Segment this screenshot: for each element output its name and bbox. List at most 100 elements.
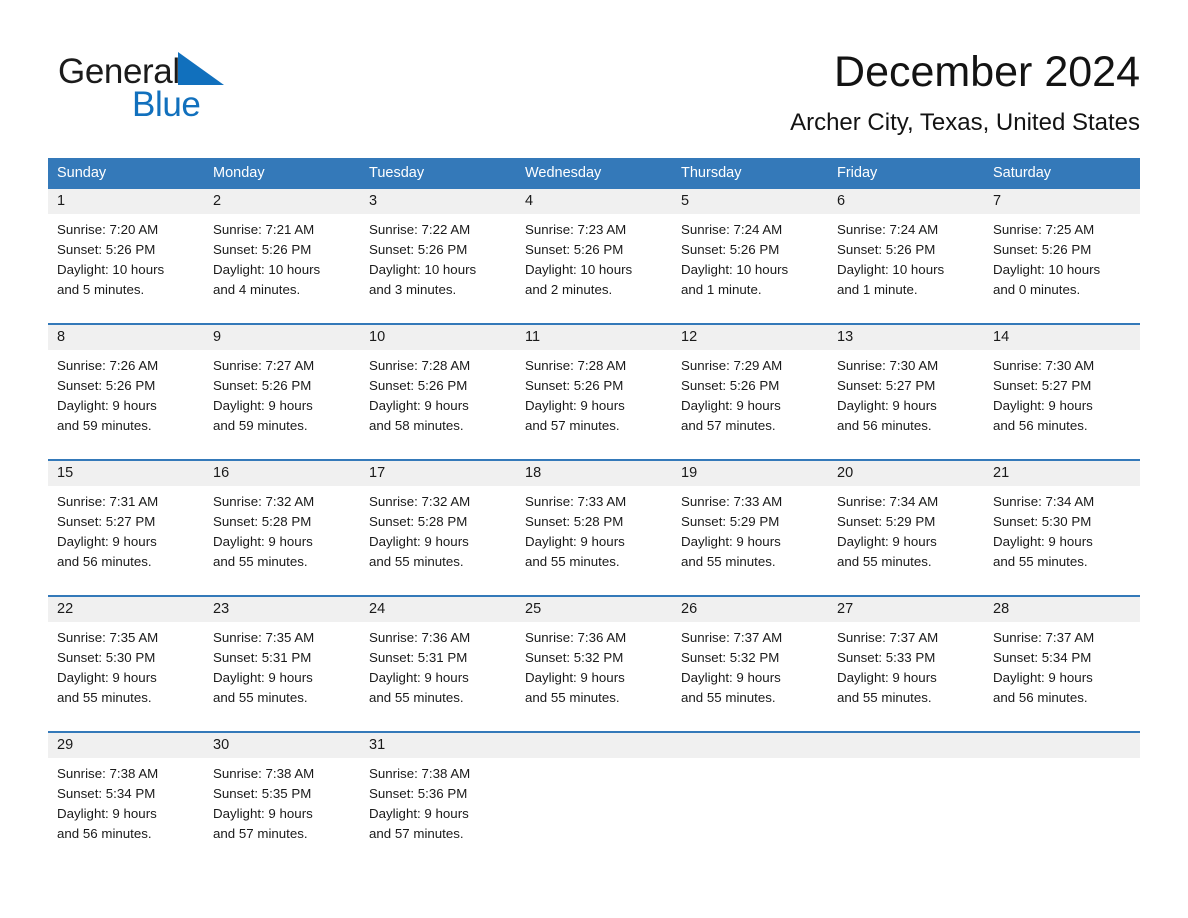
day-number[interactable]: 13 xyxy=(828,325,984,350)
week-daynumber-band: 15 16 17 18 19 20 21 xyxy=(48,461,1140,486)
day-number[interactable]: 2 xyxy=(204,189,360,214)
daylight-text-cont: and 5 minutes. xyxy=(57,282,145,297)
day-number[interactable]: 26 xyxy=(672,597,828,622)
day-number[interactable]: 28 xyxy=(984,597,1140,622)
sunrise-text: Sunrise: 7:33 AM xyxy=(525,494,627,509)
page-title: December 2024 xyxy=(834,48,1140,96)
day-number[interactable]: 20 xyxy=(828,461,984,486)
daylight-text: Daylight: 10 hours xyxy=(213,262,321,277)
weekday-header-friday: Friday xyxy=(837,165,878,181)
day-cell-empty xyxy=(672,758,828,854)
sunset-text: Sunset: 5:34 PM xyxy=(57,786,156,801)
weekday-header-sunday: Sunday xyxy=(57,165,107,181)
day-number[interactable]: 4 xyxy=(516,189,672,214)
daylight-text-cont: and 2 minutes. xyxy=(525,282,613,297)
sunset-text: Sunset: 5:26 PM xyxy=(681,242,780,257)
day-number[interactable]: 8 xyxy=(48,325,204,350)
day-number[interactable]: 27 xyxy=(828,597,984,622)
daylight-text-cont: and 3 minutes. xyxy=(369,282,457,297)
daylight-text: Daylight: 9 hours xyxy=(525,534,625,549)
day-cell[interactable]: Sunrise: 7:33 AM Sunset: 5:28 PM Dayligh… xyxy=(516,486,672,582)
day-number-empty xyxy=(516,733,672,758)
day-number[interactable]: 30 xyxy=(204,733,360,758)
day-cell[interactable]: Sunrise: 7:24 AM Sunset: 5:26 PM Dayligh… xyxy=(672,214,828,310)
day-cell[interactable]: Sunrise: 7:37 AM Sunset: 5:33 PM Dayligh… xyxy=(828,622,984,718)
daylight-text-cont: and 56 minutes. xyxy=(993,418,1088,433)
day-cell[interactable]: Sunrise: 7:26 AM Sunset: 5:26 PM Dayligh… xyxy=(48,350,204,446)
daylight-text-cont: and 55 minutes. xyxy=(57,690,152,705)
day-number[interactable]: 16 xyxy=(204,461,360,486)
sunset-text: Sunset: 5:26 PM xyxy=(993,242,1092,257)
day-number[interactable]: 22 xyxy=(48,597,204,622)
day-cell[interactable]: Sunrise: 7:29 AM Sunset: 5:26 PM Dayligh… xyxy=(672,350,828,446)
day-number[interactable]: 24 xyxy=(360,597,516,622)
daylight-text: Daylight: 10 hours xyxy=(57,262,165,277)
day-number[interactable]: 1 xyxy=(48,189,204,214)
daylight-text-cont: and 1 minute. xyxy=(681,282,762,297)
day-cell[interactable]: Sunrise: 7:33 AM Sunset: 5:29 PM Dayligh… xyxy=(672,486,828,582)
day-cell[interactable]: Sunrise: 7:30 AM Sunset: 5:27 PM Dayligh… xyxy=(984,350,1140,446)
sunset-text: Sunset: 5:32 PM xyxy=(525,650,624,665)
day-cell[interactable]: Sunrise: 7:28 AM Sunset: 5:26 PM Dayligh… xyxy=(360,350,516,446)
day-cell[interactable]: Sunrise: 7:37 AM Sunset: 5:32 PM Dayligh… xyxy=(672,622,828,718)
day-cell[interactable]: Sunrise: 7:25 AM Sunset: 5:26 PM Dayligh… xyxy=(984,214,1140,310)
week-detail-band: Sunrise: 7:26 AM Sunset: 5:26 PM Dayligh… xyxy=(48,350,1140,446)
day-number[interactable]: 31 xyxy=(360,733,516,758)
day-cell[interactable]: Sunrise: 7:32 AM Sunset: 5:28 PM Dayligh… xyxy=(204,486,360,582)
daylight-text-cont: and 57 minutes. xyxy=(213,826,308,841)
sunset-text: Sunset: 5:26 PM xyxy=(213,378,312,393)
day-cell[interactable]: Sunrise: 7:20 AM Sunset: 5:26 PM Dayligh… xyxy=(48,214,204,310)
day-number[interactable]: 11 xyxy=(516,325,672,350)
sunrise-text: Sunrise: 7:26 AM xyxy=(57,358,159,373)
day-cell[interactable]: Sunrise: 7:30 AM Sunset: 5:27 PM Dayligh… xyxy=(828,350,984,446)
day-cell[interactable]: Sunrise: 7:23 AM Sunset: 5:26 PM Dayligh… xyxy=(516,214,672,310)
sunset-text: Sunset: 5:32 PM xyxy=(681,650,780,665)
day-cell[interactable]: Sunrise: 7:24 AM Sunset: 5:26 PM Dayligh… xyxy=(828,214,984,310)
day-cell[interactable]: Sunrise: 7:37 AM Sunset: 5:34 PM Dayligh… xyxy=(984,622,1140,718)
sunrise-text: Sunrise: 7:25 AM xyxy=(993,222,1095,237)
day-cell[interactable]: Sunrise: 7:34 AM Sunset: 5:29 PM Dayligh… xyxy=(828,486,984,582)
day-number[interactable]: 18 xyxy=(516,461,672,486)
day-number-empty xyxy=(984,733,1140,758)
logo-text-blue: Blue xyxy=(132,85,201,124)
day-number[interactable]: 17 xyxy=(360,461,516,486)
day-cell[interactable]: Sunrise: 7:21 AM Sunset: 5:26 PM Dayligh… xyxy=(204,214,360,310)
day-cell[interactable]: Sunrise: 7:38 AM Sunset: 5:35 PM Dayligh… xyxy=(204,758,360,854)
day-cell[interactable]: Sunrise: 7:27 AM Sunset: 5:26 PM Dayligh… xyxy=(204,350,360,446)
day-cell[interactable]: Sunrise: 7:28 AM Sunset: 5:26 PM Dayligh… xyxy=(516,350,672,446)
day-cell[interactable]: Sunrise: 7:35 AM Sunset: 5:31 PM Dayligh… xyxy=(204,622,360,718)
day-number[interactable]: 7 xyxy=(984,189,1140,214)
day-cell[interactable]: Sunrise: 7:38 AM Sunset: 5:34 PM Dayligh… xyxy=(48,758,204,854)
daylight-text: Daylight: 9 hours xyxy=(369,806,469,821)
day-cell[interactable]: Sunrise: 7:31 AM Sunset: 5:27 PM Dayligh… xyxy=(48,486,204,582)
sunrise-text: Sunrise: 7:30 AM xyxy=(837,358,939,373)
day-number[interactable]: 5 xyxy=(672,189,828,214)
daylight-text: Daylight: 9 hours xyxy=(681,534,781,549)
day-cell[interactable]: Sunrise: 7:36 AM Sunset: 5:32 PM Dayligh… xyxy=(516,622,672,718)
day-number[interactable]: 15 xyxy=(48,461,204,486)
day-cell[interactable]: Sunrise: 7:34 AM Sunset: 5:30 PM Dayligh… xyxy=(984,486,1140,582)
day-number[interactable]: 14 xyxy=(984,325,1140,350)
generalblue-logo[interactable]: General Blue xyxy=(58,52,258,130)
daylight-text: Daylight: 9 hours xyxy=(993,398,1093,413)
sunrise-text: Sunrise: 7:22 AM xyxy=(369,222,471,237)
daylight-text: Daylight: 9 hours xyxy=(837,534,937,549)
daylight-text-cont: and 55 minutes. xyxy=(837,554,932,569)
sunset-text: Sunset: 5:26 PM xyxy=(369,242,468,257)
day-number[interactable]: 9 xyxy=(204,325,360,350)
sunset-text: Sunset: 5:33 PM xyxy=(837,650,936,665)
day-cell[interactable]: Sunrise: 7:36 AM Sunset: 5:31 PM Dayligh… xyxy=(360,622,516,718)
day-number[interactable]: 25 xyxy=(516,597,672,622)
day-cell[interactable]: Sunrise: 7:35 AM Sunset: 5:30 PM Dayligh… xyxy=(48,622,204,718)
day-number[interactable]: 3 xyxy=(360,189,516,214)
day-number[interactable]: 29 xyxy=(48,733,204,758)
day-cell[interactable]: Sunrise: 7:38 AM Sunset: 5:36 PM Dayligh… xyxy=(360,758,516,854)
day-number[interactable]: 10 xyxy=(360,325,516,350)
day-number[interactable]: 23 xyxy=(204,597,360,622)
day-number[interactable]: 6 xyxy=(828,189,984,214)
day-number[interactable]: 19 xyxy=(672,461,828,486)
day-number[interactable]: 12 xyxy=(672,325,828,350)
day-number[interactable]: 21 xyxy=(984,461,1140,486)
day-cell[interactable]: Sunrise: 7:32 AM Sunset: 5:28 PM Dayligh… xyxy=(360,486,516,582)
day-cell[interactable]: Sunrise: 7:22 AM Sunset: 5:26 PM Dayligh… xyxy=(360,214,516,310)
